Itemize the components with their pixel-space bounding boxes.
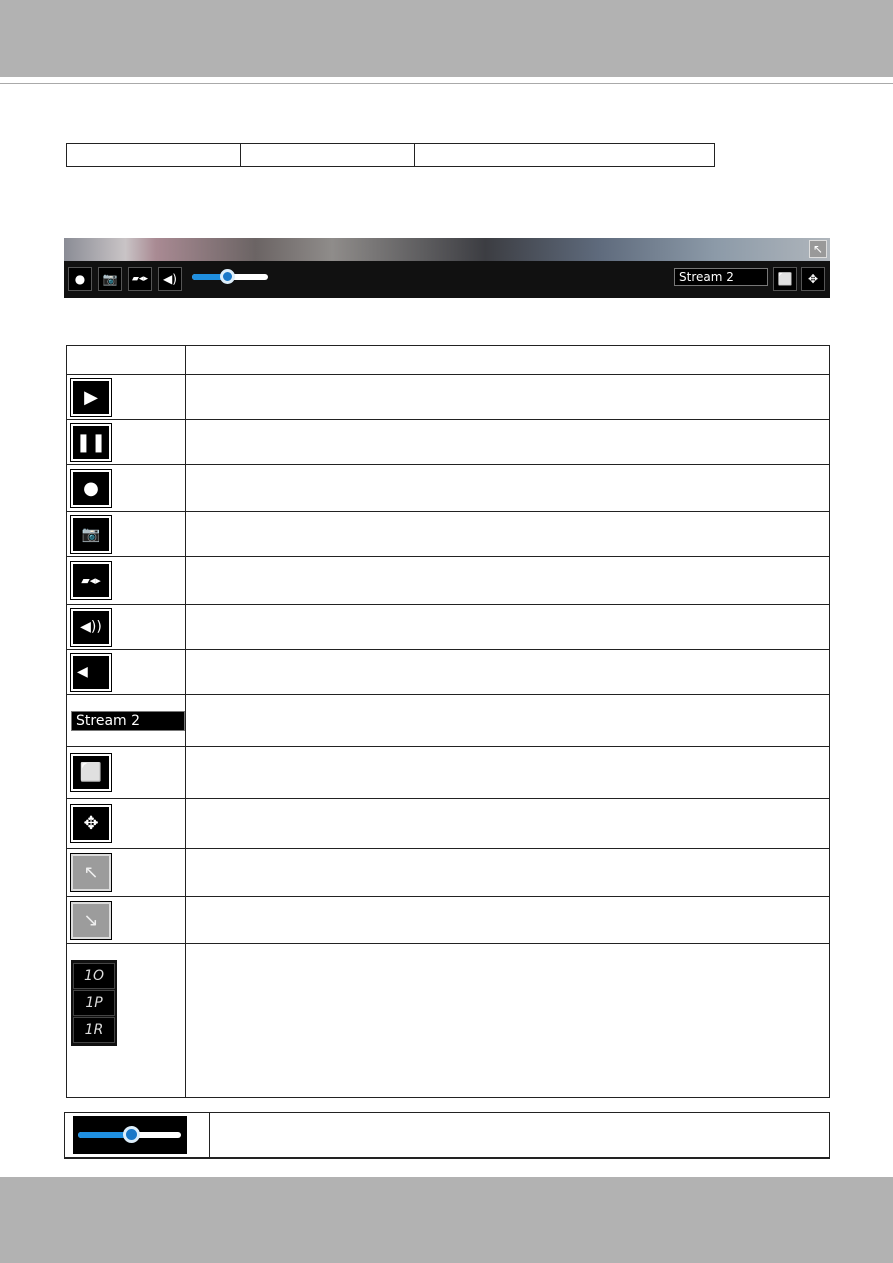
stream-selector[interactable]: Stream 2 — [674, 268, 768, 286]
footer-band — [0, 1177, 893, 1263]
speaker-icon[interactable]: ◀) — [158, 267, 182, 291]
pin-icon: ● — [70, 468, 112, 508]
fullscreen-icon[interactable]: ✥ — [801, 267, 825, 291]
description-cell — [185, 464, 830, 512]
header-cell — [185, 345, 830, 375]
fit-window-icon[interactable]: ⬜ — [773, 267, 797, 291]
volume-slider — [78, 1126, 181, 1143]
pause-icon: ❚❚ — [70, 422, 112, 462]
description-cell — [185, 419, 830, 465]
pin-icon[interactable]: ● — [68, 267, 92, 291]
collapse-icon[interactable]: ↖ — [809, 240, 827, 258]
preset-button: 1P — [73, 990, 115, 1016]
fullscreen-icon: ✥ — [70, 804, 112, 843]
fit-window-icon: ⬜ — [70, 753, 112, 792]
snapshot-icon[interactable]: 📷 — [98, 267, 122, 291]
mute-icon: ◀ — [70, 652, 112, 692]
description-cell — [185, 848, 830, 897]
top-table-cell — [241, 144, 415, 166]
expand-icon: ↘ — [70, 900, 112, 940]
description-cell — [185, 556, 830, 605]
icon-table: ▶ ❚❚ ● 📷 ▰◂▸ ◀)) ◀ Stream 2 ⬜ ✥ ↖ ↘ 1O 1… — [66, 345, 830, 1098]
preset-buttons: 1O 1P 1R — [71, 960, 117, 1046]
description-cell — [185, 694, 830, 747]
description-cell — [185, 374, 830, 420]
stream-selector: Stream 2 — [71, 710, 185, 731]
description-cell — [185, 511, 830, 557]
video-player: ↖ ● 📷 ▰◂▸ ◀) Stream 2 ⬜ ✥ — [64, 238, 830, 298]
volume-slider[interactable] — [192, 269, 268, 284]
description-cell — [185, 943, 830, 1098]
play-icon: ▶ — [70, 377, 112, 417]
top-table-cell — [67, 144, 241, 166]
collapse-icon: ↖ — [70, 853, 112, 892]
description-cell — [185, 604, 830, 650]
digital-zoom-icon[interactable]: ▰◂▸ — [128, 267, 152, 291]
header-cell — [66, 345, 186, 375]
video-frame — [64, 238, 830, 261]
preset-button: 1O — [73, 963, 115, 989]
volume-slider-image — [73, 1116, 187, 1154]
preset-button: 1R — [73, 1017, 115, 1043]
header-rule — [0, 83, 893, 84]
description-cell — [210, 1113, 829, 1157]
snapshot-icon: 📷 — [70, 514, 112, 554]
description-cell — [185, 746, 830, 799]
description-cell — [185, 798, 830, 849]
slider-table — [64, 1112, 830, 1159]
description-cell — [185, 896, 830, 944]
digital-zoom-icon: ▰◂▸ — [70, 561, 112, 600]
volume-slider-knob[interactable] — [220, 269, 235, 284]
top-table-cell — [415, 144, 714, 166]
top-table — [66, 143, 715, 167]
speaker-icon: ◀)) — [70, 607, 112, 647]
slider-cell — [65, 1113, 210, 1157]
description-cell — [185, 649, 830, 695]
volume-slider-knob — [123, 1126, 140, 1143]
header-band — [0, 0, 893, 77]
